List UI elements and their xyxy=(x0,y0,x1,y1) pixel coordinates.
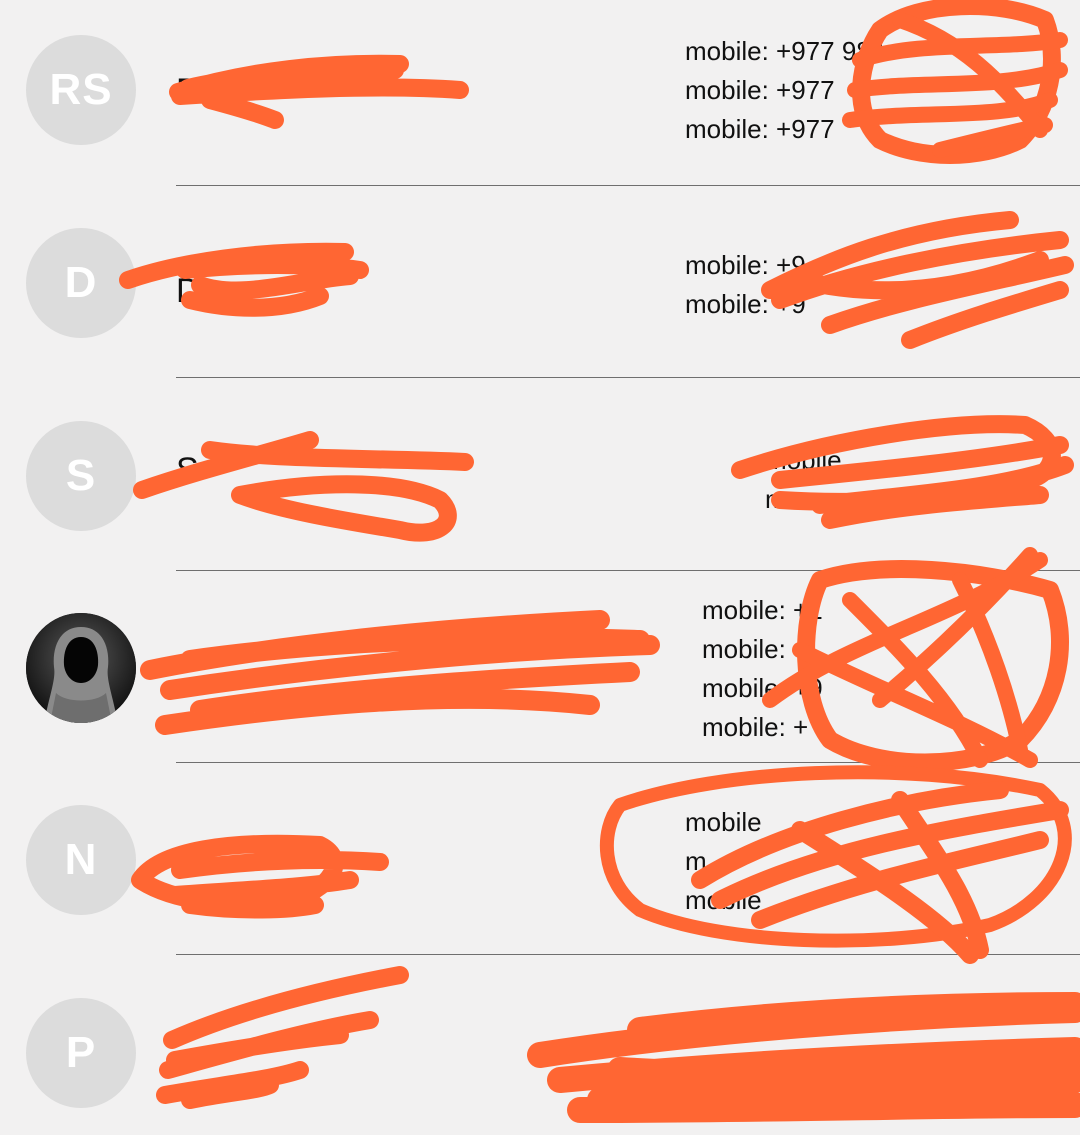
contact-phones: mobile m xyxy=(765,441,842,519)
contact-avatar xyxy=(26,613,136,723)
contact-row[interactable]: P xyxy=(0,955,1080,1135)
contact-name: N xyxy=(176,843,201,881)
contact-name: D xyxy=(176,272,201,310)
contact-avatar: RS xyxy=(26,35,136,145)
contact-list: RS R mobile: +977 984 mobile: +977 mobil… xyxy=(0,0,1080,1135)
contact-phones: mobile: +1 mobile: + mobile: +9 mobile: … xyxy=(702,591,823,747)
phone-number: mobile: +9 xyxy=(685,289,806,319)
phone-number: mobile: +1 xyxy=(702,595,823,625)
phone-number: m xyxy=(765,484,787,514)
phone-number: mobile: +9 xyxy=(685,250,806,280)
contact-avatar: P xyxy=(26,998,136,1108)
phone-number: mobile: + xyxy=(702,712,809,742)
contact-row[interactable]: N N mobile m mobile xyxy=(0,763,1080,955)
contact-name: R xyxy=(176,72,201,110)
avatar-initials: D xyxy=(64,258,98,307)
contact-name: S xyxy=(176,451,199,489)
contact-row[interactable]: D D mobile: +9 mobile: +9 xyxy=(0,186,1080,378)
phone-number: mobile: +977 xyxy=(685,114,835,144)
contact-phones: mobile: +977 984 mobile: +977 mobile: +9… xyxy=(685,32,885,149)
contact-row[interactable]: S S mobile m xyxy=(0,379,1080,571)
avatar-initials: N xyxy=(64,835,98,884)
phone-number: mobile: +977 xyxy=(685,75,835,105)
phone-number: mobile xyxy=(685,885,762,915)
phone-number: mobile: +9 xyxy=(702,673,823,703)
avatar-initials: RS xyxy=(49,65,113,114)
phone-number: m xyxy=(685,846,707,876)
contact-avatar: N xyxy=(26,805,136,915)
phone-number: mobile xyxy=(765,445,842,475)
hooded-figure-photo-icon xyxy=(26,613,136,723)
phone-number: mobile xyxy=(685,807,762,837)
contact-avatar: D xyxy=(26,228,136,338)
contact-phones: mobile m mobile xyxy=(685,803,762,920)
contact-row[interactable]: RS R mobile: +977 984 mobile: +977 mobil… xyxy=(0,0,1080,192)
avatar-initials: S xyxy=(65,451,97,500)
avatar-initials: P xyxy=(65,1028,97,1077)
contact-phones: mobile: +9 mobile: +9 xyxy=(685,246,806,324)
contact-row[interactable]: mobile: +1 mobile: + mobile: +9 mobile: … xyxy=(0,571,1080,763)
contact-avatar: S xyxy=(26,421,136,531)
phone-number: mobile: + xyxy=(702,634,809,664)
row-divider xyxy=(176,377,1080,378)
phone-number: mobile: +977 984 xyxy=(685,36,886,66)
